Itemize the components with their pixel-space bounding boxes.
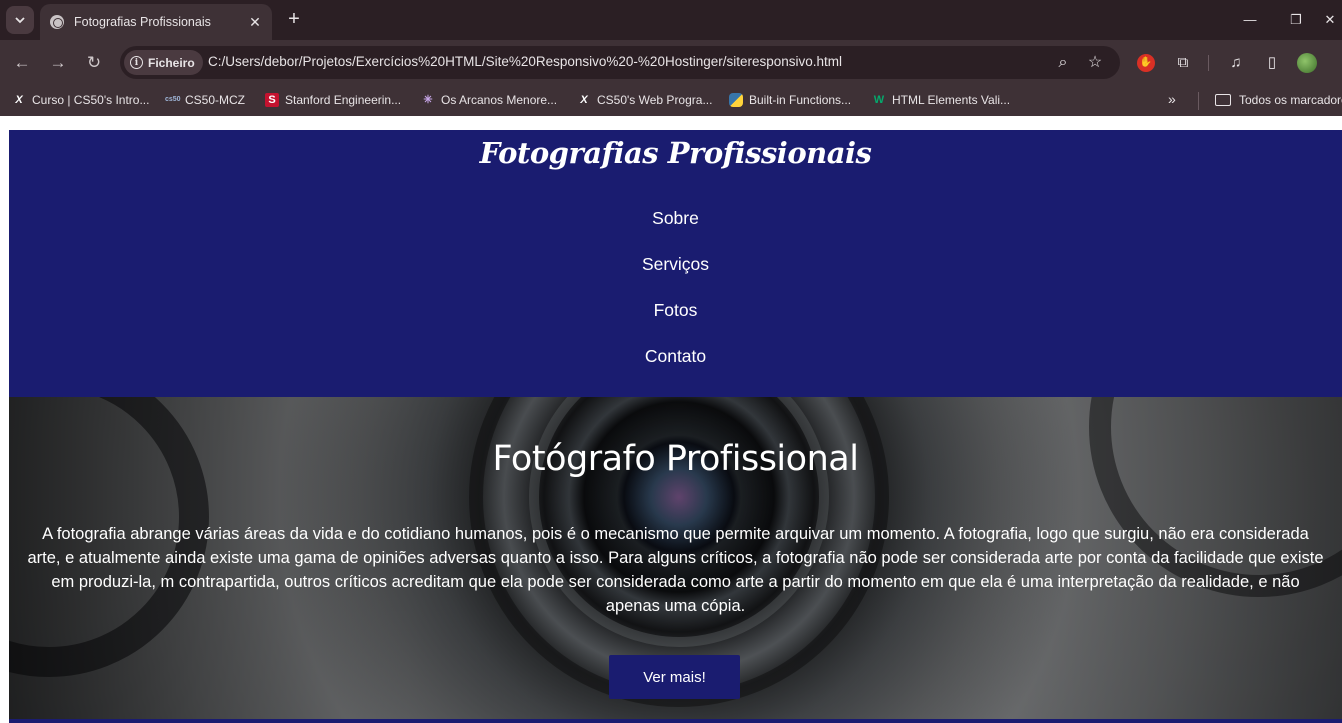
bookmarks-bar: X Curso | CS50's Intro... cs50 CS50-MCZ … bbox=[0, 86, 1342, 116]
bookmark-item[interactable]: S Stanford Engineerin... bbox=[265, 93, 401, 107]
bookmarks-separator bbox=[1198, 92, 1199, 110]
bookmarks-folder[interactable]: Todos os marcadores bbox=[1215, 93, 1342, 107]
nav-link-fotos[interactable]: Fotos bbox=[9, 298, 1342, 344]
restore-button[interactable]: ❐ bbox=[1286, 10, 1306, 30]
arcanos-icon: ✳ bbox=[423, 94, 433, 106]
info-icon: i bbox=[130, 56, 143, 69]
nav-link-servicos[interactable]: Serviços bbox=[9, 252, 1342, 298]
adblock-extension-icon[interactable]: ✋ bbox=[1137, 54, 1155, 72]
back-button[interactable]: ← bbox=[10, 51, 34, 75]
stanford-icon: S bbox=[265, 93, 279, 107]
bookmark-item[interactable]: X Curso | CS50's Intro... bbox=[12, 93, 149, 107]
folder-icon bbox=[1215, 94, 1231, 106]
new-tab-button[interactable]: + bbox=[282, 8, 306, 32]
nav-link-contato[interactable]: Contato bbox=[9, 344, 1342, 390]
profile-avatar[interactable] bbox=[1297, 53, 1317, 73]
url-text[interactable]: C:/Users/debor/Projetos/Exercícios%20HTM… bbox=[208, 54, 842, 69]
site-header: Fotografias Profissionais Sobre Serviços… bbox=[9, 130, 1342, 397]
w3c-icon: W bbox=[873, 94, 885, 106]
tab-title: Fotografias Profissionais bbox=[74, 15, 211, 29]
site-nav: Sobre Serviços Fotos Contato bbox=[9, 206, 1342, 390]
zoom-icon[interactable]: ⌕ bbox=[1052, 52, 1074, 74]
close-window-button[interactable]: ✕ bbox=[1320, 10, 1340, 30]
hero-title: Fotógrafo Profissional bbox=[492, 439, 859, 479]
page-viewport: Fotografias Profissionais Sobre Serviços… bbox=[9, 130, 1342, 723]
forward-button[interactable]: → bbox=[46, 51, 70, 75]
hero-text: A fotografia abrange várias áreas da vid… bbox=[27, 525, 1324, 615]
bookmark-item[interactable]: cs50 CS50-MCZ bbox=[165, 93, 245, 107]
bookmarks-overflow-icon[interactable]: » bbox=[1168, 91, 1176, 107]
bookmark-item[interactable]: X CS50's Web Progra... bbox=[577, 93, 712, 107]
site-info-chip[interactable]: i Ficheiro bbox=[124, 50, 203, 75]
tab-search-button[interactable] bbox=[6, 6, 34, 34]
bookmark-item[interactable]: Built-in Functions... bbox=[729, 93, 851, 107]
viewport-top-gap bbox=[0, 116, 1342, 130]
minimize-button[interactable]: — bbox=[1240, 10, 1260, 30]
hero-bottom-border bbox=[9, 719, 1342, 723]
bookmark-item[interactable]: ✳ Os Arcanos Menore... bbox=[421, 93, 557, 107]
reload-button[interactable]: ↻ bbox=[82, 51, 106, 75]
star-icon[interactable]: ☆ bbox=[1084, 52, 1106, 74]
side-panel-icon[interactable]: ▯ bbox=[1261, 52, 1283, 74]
site-logo[interactable]: Fotografias Profissionais bbox=[9, 136, 1342, 170]
extensions-puzzle-icon[interactable]: ⧉ bbox=[1172, 52, 1194, 74]
harvardx-icon: X bbox=[15, 94, 23, 106]
nav-link-sobre[interactable]: Sobre bbox=[9, 206, 1342, 252]
bookmark-item[interactable]: W HTML Elements Vali... bbox=[872, 93, 1010, 107]
browser-tab[interactable]: Fotografias Profissionais ✕ bbox=[40, 4, 272, 40]
media-controls-icon[interactable]: ♫ bbox=[1225, 52, 1247, 74]
cs50-icon: cs50 bbox=[165, 96, 181, 103]
close-tab-icon[interactable]: ✕ bbox=[246, 13, 264, 31]
python-icon bbox=[729, 93, 743, 107]
ver-mais-button[interactable]: Ver mais! bbox=[609, 655, 740, 699]
browser-titlebar: Fotografias Profissionais ✕ + — ❐ ✕ bbox=[0, 0, 1342, 40]
hero-section: Fotógrafo Profissional A fotografia abra… bbox=[9, 397, 1342, 723]
harvardx-icon: X bbox=[580, 94, 588, 106]
globe-icon bbox=[50, 15, 64, 29]
site-chip-label: Ficheiro bbox=[148, 55, 195, 70]
toolbar-separator bbox=[1208, 55, 1209, 71]
address-bar[interactable]: i Ficheiro C:/Users/debor/Projetos/Exerc… bbox=[120, 46, 1120, 79]
chevron-down-icon bbox=[15, 17, 25, 24]
